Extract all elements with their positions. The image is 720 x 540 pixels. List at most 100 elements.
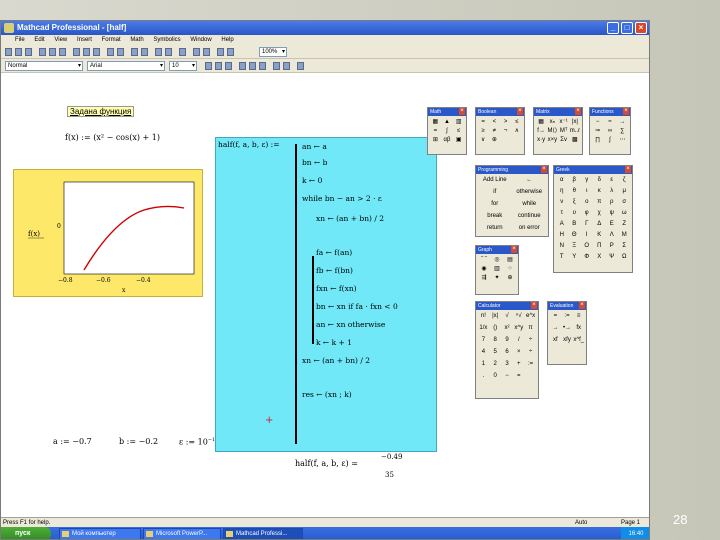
- align-down-icon[interactable]: [141, 48, 148, 56]
- boolean-button[interactable]: ≠: [489, 127, 500, 135]
- insert-unit-icon[interactable]: [165, 48, 172, 56]
- calc-button[interactable]: /: [513, 336, 525, 344]
- vector-sum-icon[interactable]: Σv: [558, 136, 569, 144]
- functions-button[interactable]: ⇒: [592, 127, 604, 135]
- greek-button[interactable]: Κ: [593, 231, 605, 239]
- boolean-palette-title[interactable]: Boolean: [476, 108, 524, 116]
- cut-icon[interactable]: [73, 48, 80, 56]
- calculator-toolbar-icon[interactable]: ▦: [430, 118, 441, 126]
- greek-button[interactable]: Α: [556, 220, 568, 228]
- greek-button[interactable]: Β: [568, 220, 580, 228]
- epsilon-definition[interactable]: ε := 10−1: [179, 437, 215, 447]
- xy-plot-icon[interactable]: ⌒: [478, 256, 490, 264]
- taskbar-item[interactable]: Mathcad Professi...: [223, 528, 303, 539]
- calculate-icon[interactable]: [179, 48, 186, 56]
- greek-button[interactable]: Η: [556, 231, 568, 239]
- polar-plot-icon[interactable]: ◎: [491, 256, 503, 264]
- copy-icon[interactable]: [83, 48, 90, 56]
- paste-icon[interactable]: [93, 48, 100, 56]
- greek-button[interactable]: Ζ: [618, 220, 630, 228]
- functions-button[interactable]: ∏: [592, 136, 604, 144]
- boolean-button[interactable]: >: [500, 118, 511, 126]
- while-button[interactable]: while: [512, 200, 546, 208]
- programming-toolbar-icon[interactable]: ⊞: [430, 136, 441, 144]
- greek-button[interactable]: κ: [593, 187, 605, 195]
- evaluation-palette-title[interactable]: Evaluation: [548, 302, 586, 310]
- result-call[interactable]: half(f, a, b, ε) =: [295, 459, 358, 468]
- eval-button[interactable]: xf: [550, 336, 561, 344]
- half-function-program[interactable]: half(f, a, b, ε) := an ← a bn ← b k ← 0 …: [215, 137, 437, 452]
- greek-button[interactable]: Ε: [606, 220, 618, 228]
- greek-button[interactable]: ζ: [618, 176, 630, 184]
- calc-button[interactable]: ÷: [525, 336, 536, 344]
- greek-button[interactable]: Υ: [568, 253, 580, 261]
- greek-button[interactable]: Σ: [618, 242, 630, 250]
- underline-icon[interactable]: [225, 62, 232, 70]
- plot-region[interactable]: f(x) 0 −0.8 −0.6 −0.4 x: [13, 169, 203, 297]
- greek-button[interactable]: Ι: [581, 231, 593, 239]
- calc-button[interactable]: 8: [489, 336, 501, 344]
- greek-button[interactable]: π: [593, 198, 605, 206]
- help-icon[interactable]: [227, 48, 234, 56]
- function-definition[interactable]: f(x) := (x² − cos(x) + 1): [65, 133, 160, 142]
- math-palette-title[interactable]: Math: [428, 108, 466, 116]
- greek-button[interactable]: Ο: [581, 242, 593, 250]
- print-preview-icon[interactable]: [49, 48, 56, 56]
- calc-button[interactable]: 3: [501, 360, 513, 368]
- greek-button[interactable]: η: [556, 187, 568, 195]
- determinant-icon[interactable]: |x|: [569, 118, 580, 126]
- if-button[interactable]: if: [478, 188, 512, 196]
- calc-button[interactable]: √: [501, 312, 513, 320]
- calc-button[interactable]: +: [513, 360, 525, 368]
- eval-button[interactable]: →: [550, 324, 561, 332]
- calc-button[interactable]: 1: [478, 360, 489, 368]
- continue-button[interactable]: continue: [512, 212, 546, 220]
- functions-button[interactable]: ∞: [604, 127, 616, 135]
- boolean-button[interactable]: ∨: [478, 136, 489, 144]
- surface-plot-icon[interactable]: ▤: [504, 256, 516, 264]
- greek-button[interactable]: Φ: [581, 253, 593, 261]
- greek-button[interactable]: Ν: [556, 242, 568, 250]
- functions-button[interactable]: →: [616, 118, 628, 126]
- contour-plot-icon[interactable]: ◉: [478, 265, 490, 273]
- column-icon[interactable]: M⟨⟩: [547, 127, 558, 135]
- menu-window[interactable]: Window: [190, 37, 211, 43]
- calc-button[interactable]: n!: [478, 312, 489, 320]
- component-wizard-icon[interactable]: [203, 48, 210, 56]
- greek-button[interactable]: β: [568, 176, 580, 184]
- vector-field-icon[interactable]: ⇶: [478, 274, 490, 282]
- boolean-button[interactable]: ∧: [511, 127, 522, 135]
- close-button[interactable]: ×: [635, 22, 647, 34]
- calc-button[interactable]: :=: [525, 360, 536, 368]
- greek-button[interactable]: τ: [556, 209, 568, 217]
- calc-button[interactable]: π: [525, 324, 536, 332]
- functions-palette-title[interactable]: Functions: [590, 108, 630, 116]
- calc-button[interactable]: e^x: [525, 312, 536, 320]
- align-center-icon[interactable]: [249, 62, 256, 70]
- menu-format[interactable]: Format: [102, 37, 121, 43]
- font-combo[interactable]: Arial: [87, 61, 165, 71]
- greek-button[interactable]: λ: [606, 187, 618, 195]
- greek-button[interactable]: Ψ: [606, 253, 618, 261]
- calculator-palette-title[interactable]: Calculator: [476, 302, 538, 310]
- scatter-plot-icon[interactable]: ⁘: [504, 265, 516, 273]
- vectorize-icon[interactable]: f→: [536, 127, 547, 135]
- menu-insert[interactable]: Insert: [77, 37, 92, 43]
- inverse-icon[interactable]: x⁻¹: [558, 118, 569, 126]
- eval-button[interactable]: •→: [561, 324, 573, 332]
- for-button[interactable]: for: [478, 200, 512, 208]
- calc-button[interactable]: 9: [501, 336, 513, 344]
- cross-product-icon[interactable]: x×y: [547, 136, 558, 144]
- matrix-toolbar-icon[interactable]: ▥: [453, 118, 464, 126]
- boolean-button[interactable]: =: [478, 118, 489, 126]
- greek-button[interactable]: Δ: [593, 220, 605, 228]
- taskbar-item[interactable]: Microsoft PowerP...: [143, 528, 221, 539]
- minimize-button[interactable]: _: [607, 22, 619, 34]
- greek-button[interactable]: μ: [618, 187, 630, 195]
- menu-symbolics[interactable]: Symbolics: [153, 37, 180, 43]
- symbolic-toolbar-icon[interactable]: ▣: [453, 136, 464, 144]
- greek-button[interactable]: θ: [568, 187, 580, 195]
- return-button[interactable]: return: [478, 224, 512, 232]
- save-icon[interactable]: [25, 48, 32, 56]
- greek-button[interactable]: Ξ: [568, 242, 580, 250]
